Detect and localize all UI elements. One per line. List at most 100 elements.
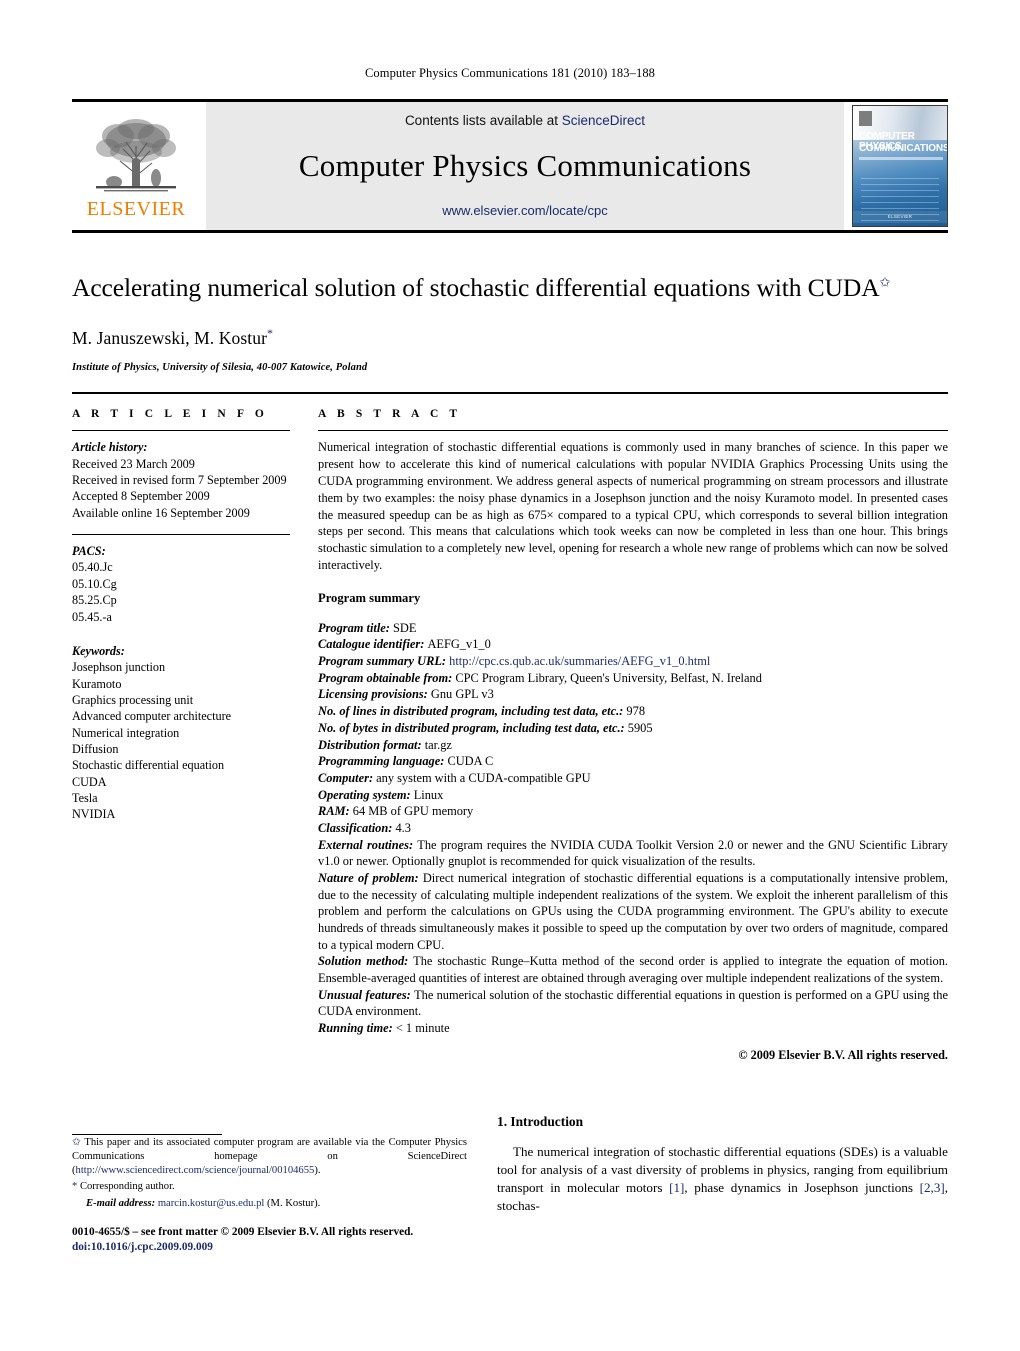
- corresponding-author-mark[interactable]: *: [267, 326, 273, 340]
- footnote-rule: [72, 1134, 222, 1135]
- program-summary-row: Solution method: The stochastic Runge–Ku…: [318, 953, 948, 986]
- keywords-group: Keywords: Josephson junction Kuramoto Gr…: [72, 643, 290, 823]
- contents-prefix: Contents lists available at: [404, 113, 562, 128]
- program-summary-label: Operating system:: [318, 787, 414, 802]
- article-info-heading: A R T I C L E I N F O: [72, 408, 268, 421]
- program-summary-label: Licensing provisions:: [318, 687, 431, 702]
- program-summary-url-link[interactable]: http://cpc.cs.qub.ac.uk/summaries/AEFG_v…: [449, 654, 710, 668]
- program-summary-value: CUDA C: [447, 754, 494, 769]
- footnote-corr-text: Corresponding author.: [77, 1181, 175, 1193]
- journal-cover-thumbnail: COMPUTER PHYSICS COMMUNICATIONS ELSEVIER: [852, 105, 948, 227]
- program-summary-value: 978: [626, 704, 646, 719]
- program-summary-row: Licensing provisions: Gnu GPL v3: [318, 686, 948, 703]
- journal-band: Contents lists available at ScienceDirec…: [206, 102, 844, 230]
- program-summary-label: No. of bytes in distributed program, inc…: [318, 720, 628, 735]
- program-summary-value: Gnu GPL v3: [430, 687, 494, 702]
- elsevier-wordmark: ELSEVIER: [86, 197, 186, 220]
- info-separator: [72, 534, 290, 536]
- affiliation: Institute of Physics, University of Sile…: [72, 362, 368, 374]
- sciencedirect-journal-link[interactable]: http://www.sciencedirect.com/science/jou…: [76, 1165, 315, 1176]
- program-summary-label: Classification:: [318, 820, 396, 835]
- keyword-item: Kuramoto: [72, 676, 122, 691]
- footnote-column: ✩ This paper and its associated computer…: [72, 1098, 497, 1255]
- cover-subtitle-bar: [859, 157, 943, 160]
- footnote-star-text-after: ).: [314, 1164, 321, 1176]
- footnote-star-symbol: ✩: [72, 1137, 81, 1148]
- program-summary-row: Programming language: CUDA C: [318, 753, 948, 770]
- program-summary-row: Nature of problem: Direct numerical inte…: [318, 870, 948, 953]
- program-summary-row: RAM: 64 MB of GPU memory: [318, 803, 948, 820]
- pacs-item: 05.45.-a: [72, 609, 112, 624]
- introduction-column: 1. Introduction The numerical integratio…: [497, 1098, 948, 1255]
- footnote-email-line: E-mail address: marcin.kostur@us.edu.pl …: [72, 1197, 467, 1211]
- article-info-rule: [72, 430, 290, 432]
- pacs-item: 85.25.Cp: [72, 593, 117, 608]
- program-summary-label: Program obtainable from:: [318, 670, 456, 685]
- running-head: Computer Physics Communications 181 (201…: [364, 66, 656, 80]
- program-summary-label: Unusual features:: [318, 987, 415, 1002]
- journal-masthead: ELSEVIER Contents lists available at Sci…: [72, 99, 948, 233]
- paper-title-text: Accelerating numerical solution of stoch…: [72, 273, 880, 302]
- abstract-column: A B S T R A C T Numerical integration of…: [318, 408, 948, 1062]
- elsevier-logo: ELSEVIER: [72, 102, 200, 230]
- abstract-heading: A B S T R A C T: [318, 408, 462, 421]
- citation-link[interactable]: [2,3]: [920, 1180, 945, 1195]
- keyword-item: NVIDIA: [72, 807, 116, 822]
- abstract-copyright: © 2009 Elsevier B.V. All rights reserved…: [738, 1047, 948, 1062]
- elsevier-tree-icon: [96, 118, 176, 191]
- program-summary-value: 5905: [627, 720, 653, 735]
- history-item: Received 23 March 2009: [72, 456, 195, 471]
- author-names: M. Januszewski, M. Kostur: [72, 327, 267, 348]
- footnote-star: ✩ This paper and its associated computer…: [72, 1136, 467, 1177]
- keyword-item: Stochastic differential equation: [72, 758, 225, 773]
- program-summary-label: Programming language:: [318, 754, 448, 769]
- email-suffix: (M. Kostur).: [264, 1198, 321, 1210]
- paper-page: Computer Physics Communications 181 (201…: [0, 0, 1020, 1351]
- journal-homepage-link[interactable]: www.elsevier.com/locate/cpc: [442, 203, 607, 218]
- introduction-heading: 1. Introduction: [497, 1114, 584, 1129]
- program-summary-row: Program summary URL: http://cpc.cs.qub.a…: [318, 653, 948, 670]
- info-abstract-columns: A R T I C L E I N F O Article history: R…: [72, 394, 948, 1062]
- program-summary-heading: Program summary: [318, 590, 421, 605]
- keyword-item: Numerical integration: [72, 725, 180, 740]
- program-summary-row: Computer: any system with a CUDA-compati…: [318, 770, 948, 787]
- author-list: M. Januszewski, M. Kostur*: [72, 326, 948, 349]
- journal-title: Computer Physics Communications: [298, 148, 752, 183]
- pacs-item: 05.40.Jc: [72, 560, 113, 575]
- keywords-label: Keywords:: [72, 643, 125, 658]
- citation-link[interactable]: [1]: [669, 1180, 684, 1195]
- page-title: Accelerating numerical solution of stoch…: [72, 273, 948, 304]
- program-summary-value: < 1 minute: [395, 1020, 450, 1035]
- program-summary-value: The stochastic Runge–Kutta method of the…: [318, 954, 948, 985]
- program-summary-row: No. of bytes in distributed program, inc…: [318, 720, 948, 737]
- program-summary-value: 4.3: [395, 820, 411, 835]
- program-summary-value: CPC Program Library, Queen's University,…: [455, 670, 762, 685]
- cover-footer-wordmark: ELSEVIER: [853, 211, 947, 223]
- program-summary-row: External routines: The program requires …: [318, 837, 948, 870]
- program-summary-value: 64 MB of GPU memory: [352, 804, 474, 819]
- article-history-label: Article history:: [72, 440, 148, 455]
- sciencedirect-link[interactable]: ScienceDirect: [562, 113, 645, 128]
- email-link[interactable]: marcin.kostur@us.edu.pl: [158, 1198, 265, 1209]
- title-block: Accelerating numerical solution of stoch…: [72, 233, 948, 373]
- doi-link[interactable]: doi:10.1016/j.cpc.2009.09.009: [72, 1241, 213, 1253]
- program-summary-label: Program summary URL:: [318, 654, 450, 669]
- title-footnote-mark[interactable]: ✩: [880, 275, 891, 290]
- history-item: Received in revised form 7 September 200…: [72, 473, 287, 488]
- keyword-item: Graphics processing unit: [72, 692, 194, 707]
- history-item: Available online 16 September 2009: [72, 505, 250, 520]
- program-summary-row: Classification: 4.3: [318, 820, 948, 837]
- program-summary-label: Computer:: [318, 770, 377, 785]
- pacs-item: 05.10.Cg: [72, 576, 117, 591]
- program-summary-row: Running time: < 1 minute: [318, 1020, 948, 1037]
- pacs-label: PACS:: [72, 544, 106, 559]
- program-summary-label: Solution method:: [318, 954, 414, 969]
- program-summary-row: No. of lines in distributed program, inc…: [318, 703, 948, 720]
- introduction-paragraph: The numerical integration of stochastic …: [497, 1144, 949, 1214]
- cover-title-line2: COMMUNICATIONS: [859, 143, 948, 154]
- program-summary-value: Linux: [413, 787, 444, 802]
- program-summary-row: Distribution format: tar.gz: [318, 737, 948, 754]
- cover-texture: [861, 178, 939, 221]
- contents-available-line: Contents lists available at ScienceDirec…: [405, 113, 645, 128]
- program-summary-label: External routines:: [318, 837, 418, 852]
